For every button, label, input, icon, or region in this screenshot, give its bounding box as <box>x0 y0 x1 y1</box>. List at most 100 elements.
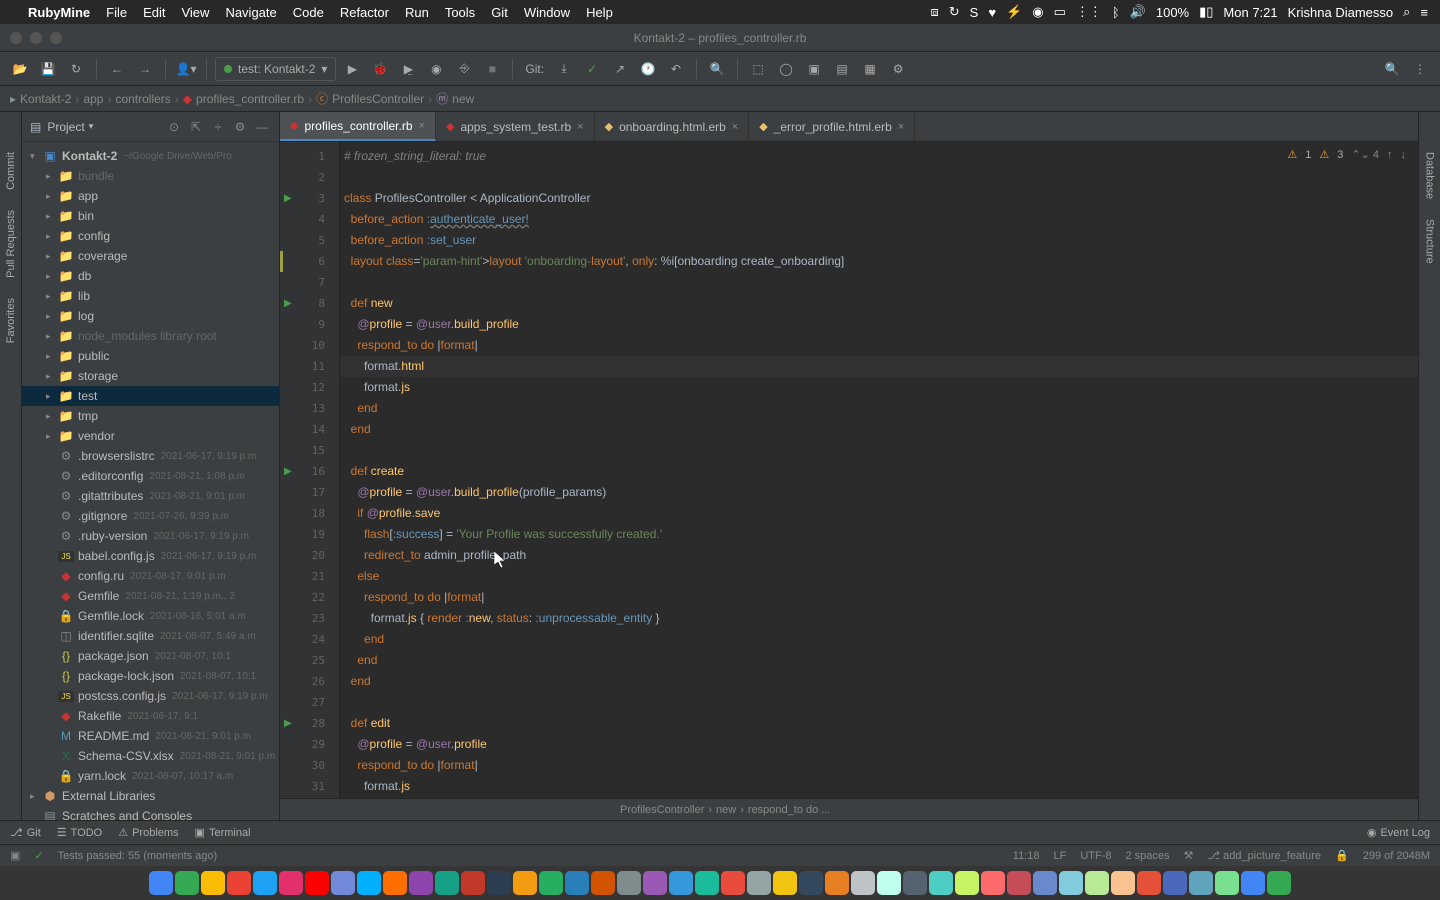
dock-app[interactable] <box>643 871 667 895</box>
teams-icon[interactable]: ◉ <box>1032 4 1043 20</box>
dock-app[interactable] <box>435 871 459 895</box>
profile-icon[interactable]: ◉ <box>424 57 448 81</box>
tree-file[interactable]: ⚙.gitignore2021-07-26, 9:39 p.m <box>22 506 279 526</box>
code-line[interactable]: redirect_to admin_profile_path <box>340 545 1418 566</box>
dock-app[interactable] <box>383 871 407 895</box>
volume-icon[interactable]: 🔊 <box>1130 4 1146 20</box>
dock-app[interactable] <box>279 871 303 895</box>
code-line[interactable] <box>340 167 1418 188</box>
line-separator[interactable]: LF <box>1053 850 1066 862</box>
debug-icon[interactable]: 🐞 <box>368 57 392 81</box>
sync-icon[interactable]: ↻ <box>64 57 88 81</box>
dock-app[interactable] <box>305 871 329 895</box>
dock-app[interactable] <box>565 871 589 895</box>
commit-icon[interactable]: ✓ <box>580 57 604 81</box>
menu-window[interactable]: Window <box>524 5 570 20</box>
tree-file[interactable]: MREADME.md2021-08-21, 9:01 p.m <box>22 726 279 746</box>
macos-dock[interactable] <box>0 866 1440 900</box>
memory-indicator[interactable]: 299 of 2048M <box>1363 850 1430 862</box>
lock-icon[interactable]: 🔒 <box>1335 849 1349 862</box>
dock-app[interactable] <box>1241 871 1265 895</box>
encoding[interactable]: UTF-8 <box>1080 850 1111 862</box>
tree-folder[interactable]: ▸📁app <box>22 186 279 206</box>
dock-app[interactable] <box>1163 871 1187 895</box>
push-icon[interactable]: ↗ <box>608 57 632 81</box>
tree-folder[interactable]: ▸📁vendor <box>22 426 279 446</box>
code-line[interactable] <box>340 440 1418 461</box>
code-line[interactable]: layout class='param-hint'>layout 'onboar… <box>340 251 1418 272</box>
menu-edit[interactable]: Edit <box>143 5 165 20</box>
dock-app[interactable] <box>1111 871 1135 895</box>
menu-code[interactable]: Code <box>293 5 324 20</box>
code-line[interactable]: end <box>340 398 1418 419</box>
dock-app[interactable] <box>591 871 615 895</box>
dock-app[interactable] <box>721 871 745 895</box>
sync-icon[interactable]: ↻ <box>949 4 960 20</box>
stop-icon[interactable]: ■ <box>480 57 504 81</box>
tab-profiles-controller[interactable]: ◆ profiles_controller.rb × <box>280 112 436 141</box>
dock-app[interactable] <box>409 871 433 895</box>
inspections-widget[interactable]: ⚠1 ⚠3 ⌃⌄ 4 ↑ ↓ <box>1287 148 1406 161</box>
dock-app[interactable] <box>357 871 381 895</box>
dock-app[interactable] <box>149 871 173 895</box>
bluetooth-icon[interactable]: ᛒ <box>1112 5 1120 20</box>
tree-folder[interactable]: ▸📁node_modules library root <box>22 326 279 346</box>
scratches[interactable]: ▤Scratches and Consoles <box>22 806 279 820</box>
prev-highlight-icon[interactable]: ↑ <box>1387 149 1393 161</box>
select-opened-file-icon[interactable]: ⊙ <box>165 120 183 134</box>
event-log-tool-tab[interactable]: ◉Event Log <box>1367 826 1430 839</box>
crumb-controllers[interactable]: controllers <box>115 92 170 106</box>
dock-app[interactable] <box>331 871 355 895</box>
tree-file[interactable]: ⚙.editorconfig2021-08-21, 1:08 p.m <box>22 466 279 486</box>
dock-app[interactable] <box>1215 871 1239 895</box>
inspect-icon[interactable]: ⚒ <box>1184 849 1194 862</box>
ide-actions-icon-3[interactable]: ▣ <box>802 57 826 81</box>
dock-app[interactable] <box>461 871 485 895</box>
code-line[interactable]: end <box>340 650 1418 671</box>
run-icon[interactable]: ▶ <box>340 57 364 81</box>
tree-file[interactable]: JSbabel.config.js2021-06-17, 9:19 p.m <box>22 546 279 566</box>
code-area[interactable]: # frozen_string_literal: trueclass Profi… <box>340 142 1418 798</box>
code-line[interactable]: end <box>340 629 1418 650</box>
close-tab-icon[interactable]: × <box>898 121 904 133</box>
tree-folder[interactable]: ▸📁test <box>22 386 279 406</box>
close-tab-icon[interactable]: × <box>732 121 738 133</box>
wifi-icon[interactable]: ⋮⋮ <box>1076 4 1102 20</box>
tree-folder[interactable]: ▸📁log <box>22 306 279 326</box>
menu-file[interactable]: File <box>106 5 127 20</box>
minimize-window-icon[interactable] <box>30 32 42 44</box>
pull-requests-tool-tab[interactable]: Pull Requests <box>5 210 17 278</box>
editor-gutter[interactable]: 12▶34567▶89101112131415▶1617181920212223… <box>280 142 340 798</box>
dock-app[interactable] <box>1059 871 1083 895</box>
clock[interactable]: Mon 7:21 <box>1223 5 1277 20</box>
dock-app[interactable] <box>955 871 979 895</box>
dock-app[interactable] <box>877 871 901 895</box>
battery-percent[interactable]: 100% <box>1156 5 1189 20</box>
forward-icon[interactable]: → <box>133 57 157 81</box>
save-icon[interactable]: 💾 <box>36 57 60 81</box>
crumb-app[interactable]: app <box>83 92 103 106</box>
dock-app[interactable] <box>227 871 251 895</box>
ide-actions-icon-5[interactable]: ▦ <box>858 57 882 81</box>
dock-app[interactable] <box>1189 871 1213 895</box>
tree-folder[interactable]: ▸📁bundle <box>22 166 279 186</box>
close-window-icon[interactable] <box>10 32 22 44</box>
dock-app[interactable] <box>773 871 797 895</box>
tree-folder[interactable]: ▸📁db <box>22 266 279 286</box>
dock-app[interactable] <box>981 871 1005 895</box>
tree-file[interactable]: 🔒Gemfile.lock2021-08-16, 5:01 a.m <box>22 606 279 626</box>
code-line[interactable]: respond_to do |format| <box>340 755 1418 776</box>
tree-folder[interactable]: ▸📁lib <box>22 286 279 306</box>
tree-folder[interactable]: ▸📁coverage <box>22 246 279 266</box>
tree-file[interactable]: ◆Rakefile2021-06-17, 9:1 <box>22 706 279 726</box>
code-line[interactable]: @profile = @user.build_profile(profile_p… <box>340 482 1418 503</box>
code-line[interactable]: format.js <box>340 776 1418 797</box>
code-line[interactable]: def new <box>340 293 1418 314</box>
dock-app[interactable] <box>201 871 225 895</box>
dock-app[interactable] <box>1033 871 1057 895</box>
dock-app[interactable] <box>695 871 719 895</box>
project-title[interactable]: Project ▾ <box>47 120 93 134</box>
dock-app[interactable] <box>175 871 199 895</box>
code-line[interactable]: format.js <box>340 377 1418 398</box>
hide-icon[interactable]: — <box>253 120 271 134</box>
